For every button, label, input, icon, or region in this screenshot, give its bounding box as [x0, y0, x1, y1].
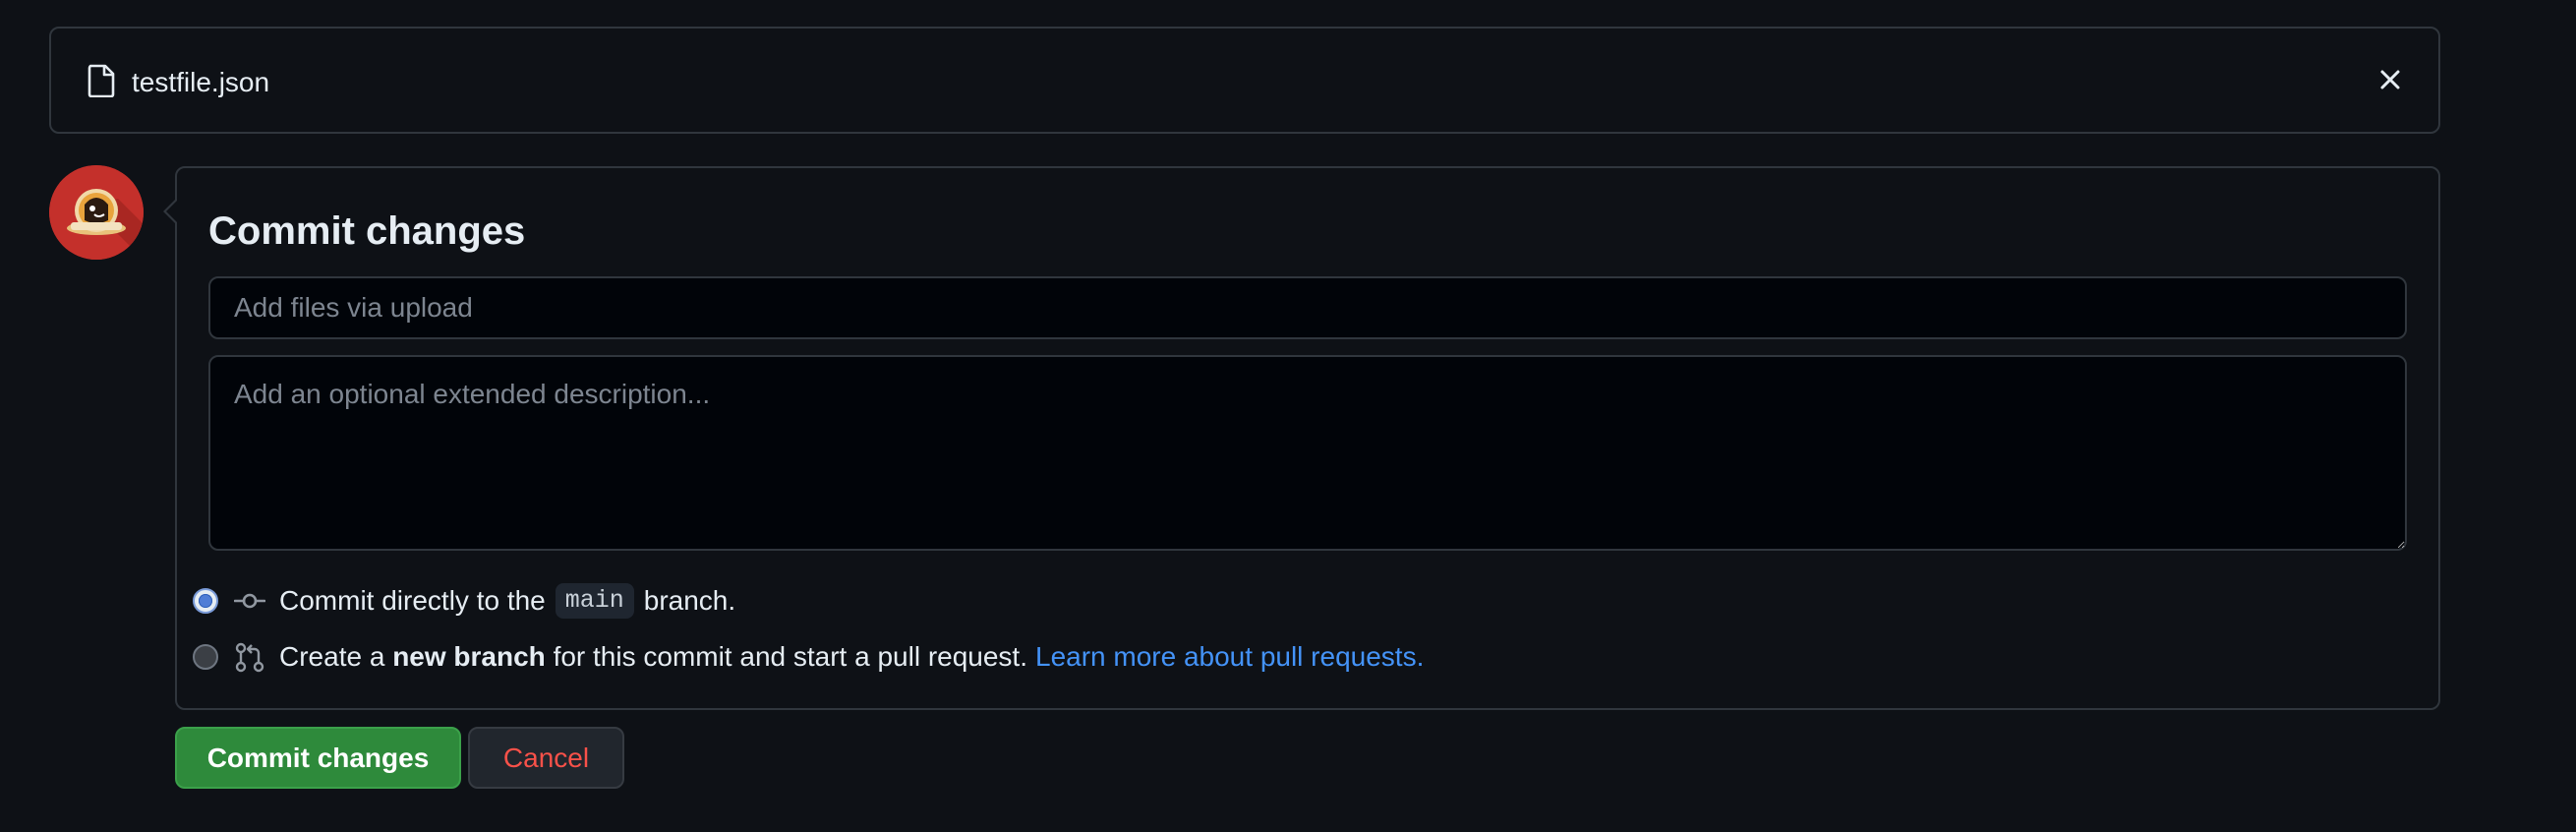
commit-changes-button[interactable]: Commit changes: [175, 727, 461, 789]
avatar-image: [49, 165, 144, 260]
branch-name-chip: main: [555, 583, 634, 619]
new-branch-radio[interactable]: [193, 644, 218, 670]
git-commit-icon: [233, 585, 266, 617]
new-branch-bold: new branch: [392, 641, 546, 672]
close-icon: [2379, 69, 2401, 95]
avatar[interactable]: [49, 165, 144, 260]
new-branch-prefix: Create a: [279, 641, 385, 672]
new-branch-option[interactable]: Create a new branch for this commit and …: [183, 640, 1424, 674]
file-name: testfile.json: [132, 67, 270, 97]
cancel-button[interactable]: Cancel: [468, 727, 624, 789]
commit-direct-option[interactable]: Commit directly to the main branch.: [183, 583, 735, 619]
commit-summary-input[interactable]: [208, 276, 2407, 339]
commit-direct-radio[interactable]: [193, 588, 218, 614]
commit-panel: Commit changes Commit directly to the ma…: [163, 166, 2440, 710]
learn-more-pull-requests-link[interactable]: Learn more about pull requests.: [1035, 640, 1424, 674]
new-branch-suffix: for this commit and start a pull request…: [553, 641, 1027, 672]
git-pull-request-icon: [234, 641, 265, 673]
commit-description-textarea[interactable]: [208, 355, 2407, 551]
commit-direct-suffix: branch.: [643, 585, 736, 616]
file-icon: [87, 64, 116, 98]
file-header: testfile.json: [49, 27, 2440, 134]
commit-title: Commit changes: [208, 209, 526, 253]
close-button[interactable]: [2371, 63, 2409, 100]
commit-direct-prefix: Commit directly to the: [279, 585, 546, 616]
